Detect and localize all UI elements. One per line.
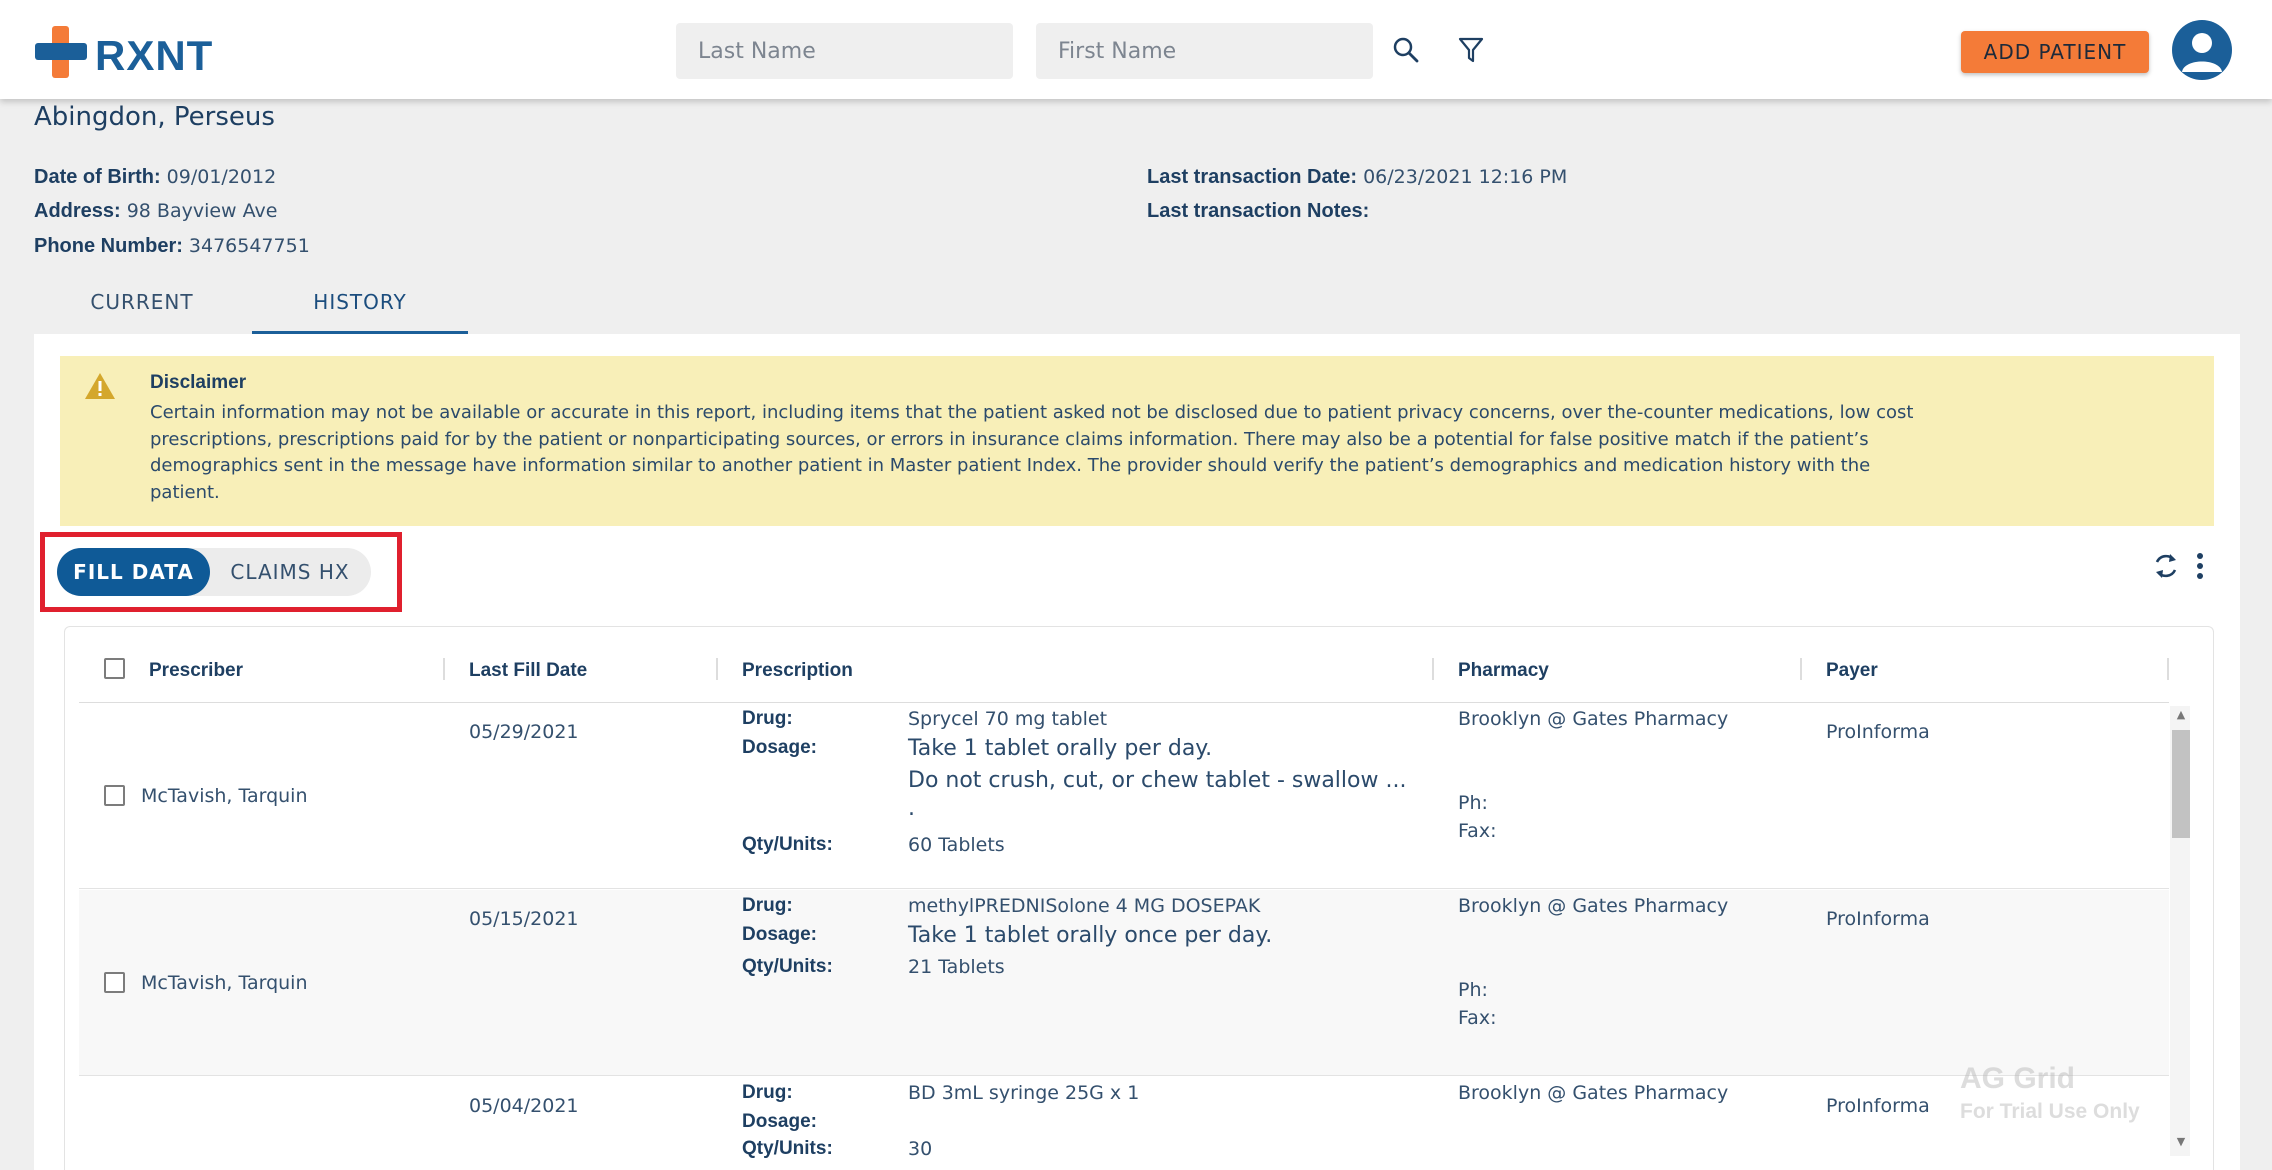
add-patient-button[interactable]: ADD PATIENT — [1961, 31, 2149, 73]
drug-name: methylPREDNISolone 4 MG DOSEPAK — [908, 895, 1261, 917]
dosage-text: Take 1 tablet orally once per day. — [908, 923, 1273, 948]
payer-name: ProInforma — [1826, 908, 1930, 930]
dosage-label: Dosage: — [742, 924, 817, 945]
scroll-up-icon[interactable]: ▲ — [2172, 708, 2190, 721]
column-separator[interactable] — [443, 658, 445, 680]
phone-value: 3476547751 — [188, 235, 310, 257]
tab-history[interactable]: HISTORY — [252, 282, 468, 334]
qty-value: 21 Tablets — [908, 956, 1005, 978]
rxnt-logo[interactable]: RXNT — [35, 26, 225, 79]
dob-label: Date of Birth: — [34, 166, 161, 188]
warning-icon — [85, 373, 115, 399]
watermark-subtitle: For Trial Use Only — [1960, 1100, 2140, 1123]
pharmacy-name: Brooklyn @ Gates Pharmacy — [1458, 1082, 1729, 1104]
last-fill-date: 05/29/2021 — [469, 721, 579, 743]
disclaimer-title: Disclaimer — [150, 372, 247, 393]
prescriber-name: McTavish, Tarquin — [141, 972, 308, 994]
last-fill-date: 05/15/2021 — [469, 908, 579, 930]
qty-value: 60 Tablets — [908, 834, 1005, 856]
qty-label: Qty/Units: — [742, 1138, 833, 1159]
last-fill-date: 05/04/2021 — [469, 1095, 579, 1117]
last-txn-date-label: Last transaction Date: — [1147, 166, 1358, 188]
claims-hx-button[interactable]: CLAIMS HX — [212, 548, 368, 596]
column-separator[interactable] — [716, 658, 718, 680]
drug-name: Sprycel 70 mg tablet — [908, 708, 1108, 730]
dosage-text-line3: . — [908, 796, 915, 821]
pharmacy-fax-label: Fax: — [1458, 1007, 1497, 1029]
logo-cross-icon — [35, 26, 87, 78]
disclaimer-text: Certain information may not be available… — [150, 402, 1914, 503]
address-row: Address: 98 Bayview Ave — [34, 200, 277, 223]
qty-label: Qty/Units: — [742, 956, 833, 977]
column-separator[interactable] — [2167, 658, 2169, 680]
search-icon[interactable] — [1386, 30, 1426, 70]
patient-name: Abingdon, Perseus — [34, 102, 275, 132]
column-header-pharmacy[interactable]: Pharmacy — [1458, 660, 1549, 682]
drug-label: Drug: — [742, 1082, 793, 1103]
user-avatar-icon[interactable] — [2172, 20, 2232, 80]
payer-name: ProInforma — [1826, 1095, 1930, 1117]
refresh-icon[interactable] — [2150, 550, 2182, 582]
row-checkbox[interactable] — [104, 785, 125, 806]
dosage-text-line2: Do not crush, cut, or chew tablet - swal… — [908, 768, 1407, 793]
prescriber-name: McTavish, Tarquin — [141, 785, 308, 807]
logo-text: RXNT — [95, 32, 214, 79]
qty-label: Qty/Units: — [742, 834, 833, 855]
address-label: Address: — [34, 200, 121, 222]
last-txn-notes-label: Last transaction Notes: — [1147, 200, 1370, 222]
qty-value: 30 — [908, 1138, 933, 1160]
dob-row: Date of Birth: 09/01/2012 — [34, 166, 276, 189]
last-txn-notes-row: Last transaction Notes: — [1147, 200, 1375, 223]
column-header-prescriber[interactable]: Prescriber — [149, 660, 243, 682]
pharmacy-fax-label: Fax: — [1458, 820, 1497, 842]
pharmacy-phone-label: Ph: — [1458, 792, 1488, 814]
scroll-down-icon[interactable]: ▼ — [2172, 1135, 2190, 1148]
dosage-text: Take 1 tablet orally per day. — [908, 736, 1213, 761]
phone-row: Phone Number: 3476547751 — [34, 235, 310, 258]
drug-label: Drug: — [742, 895, 793, 916]
more-options-icon[interactable] — [2188, 550, 2212, 582]
pharmacy-name: Brooklyn @ Gates Pharmacy — [1458, 895, 1729, 917]
scrollbar-thumb[interactable] — [2172, 730, 2190, 838]
dosage-label: Dosage: — [742, 737, 817, 758]
column-header-last-fill-date[interactable]: Last Fill Date — [469, 660, 587, 682]
watermark-title: AG Grid — [1960, 1062, 2076, 1095]
select-all-checkbox[interactable] — [104, 658, 125, 679]
last-txn-date-row: Last transaction Date: 06/23/2021 12:16 P… — [1147, 166, 1567, 189]
first-name-input[interactable] — [1036, 23, 1373, 79]
column-header-payer[interactable]: Payer — [1826, 660, 1878, 682]
phone-label: Phone Number: — [34, 235, 183, 257]
last-name-input[interactable] — [676, 23, 1013, 79]
fill-data-button[interactable]: FILL DATA — [57, 548, 210, 596]
column-separator[interactable] — [1800, 658, 1802, 680]
ag-grid-watermark: AG Grid For Trial Use Only — [1960, 1062, 2140, 1124]
pharmacy-phone-label: Ph: — [1458, 979, 1488, 1001]
tab-current[interactable]: CURRENT — [34, 282, 250, 334]
address-value: 98 Bayview Ave — [126, 200, 278, 222]
dosage-label: Dosage: — [742, 1111, 817, 1132]
top-bar: RXNT ADD PATIENT — [0, 0, 2272, 99]
drug-name: BD 3mL syringe 25G x 1 — [908, 1082, 1140, 1104]
column-separator[interactable] — [1432, 658, 1434, 680]
row-checkbox[interactable] — [104, 972, 125, 993]
column-header-prescription[interactable]: Prescription — [742, 660, 853, 682]
last-txn-date-value: 06/23/2021 12:16 PM — [1363, 166, 1568, 188]
pharmacy-name: Brooklyn @ Gates Pharmacy — [1458, 708, 1729, 730]
drug-label: Drug: — [742, 708, 793, 729]
filter-icon[interactable] — [1451, 30, 1491, 70]
dob-value: 09/01/2012 — [166, 166, 277, 188]
payer-name: ProInforma — [1826, 721, 1930, 743]
